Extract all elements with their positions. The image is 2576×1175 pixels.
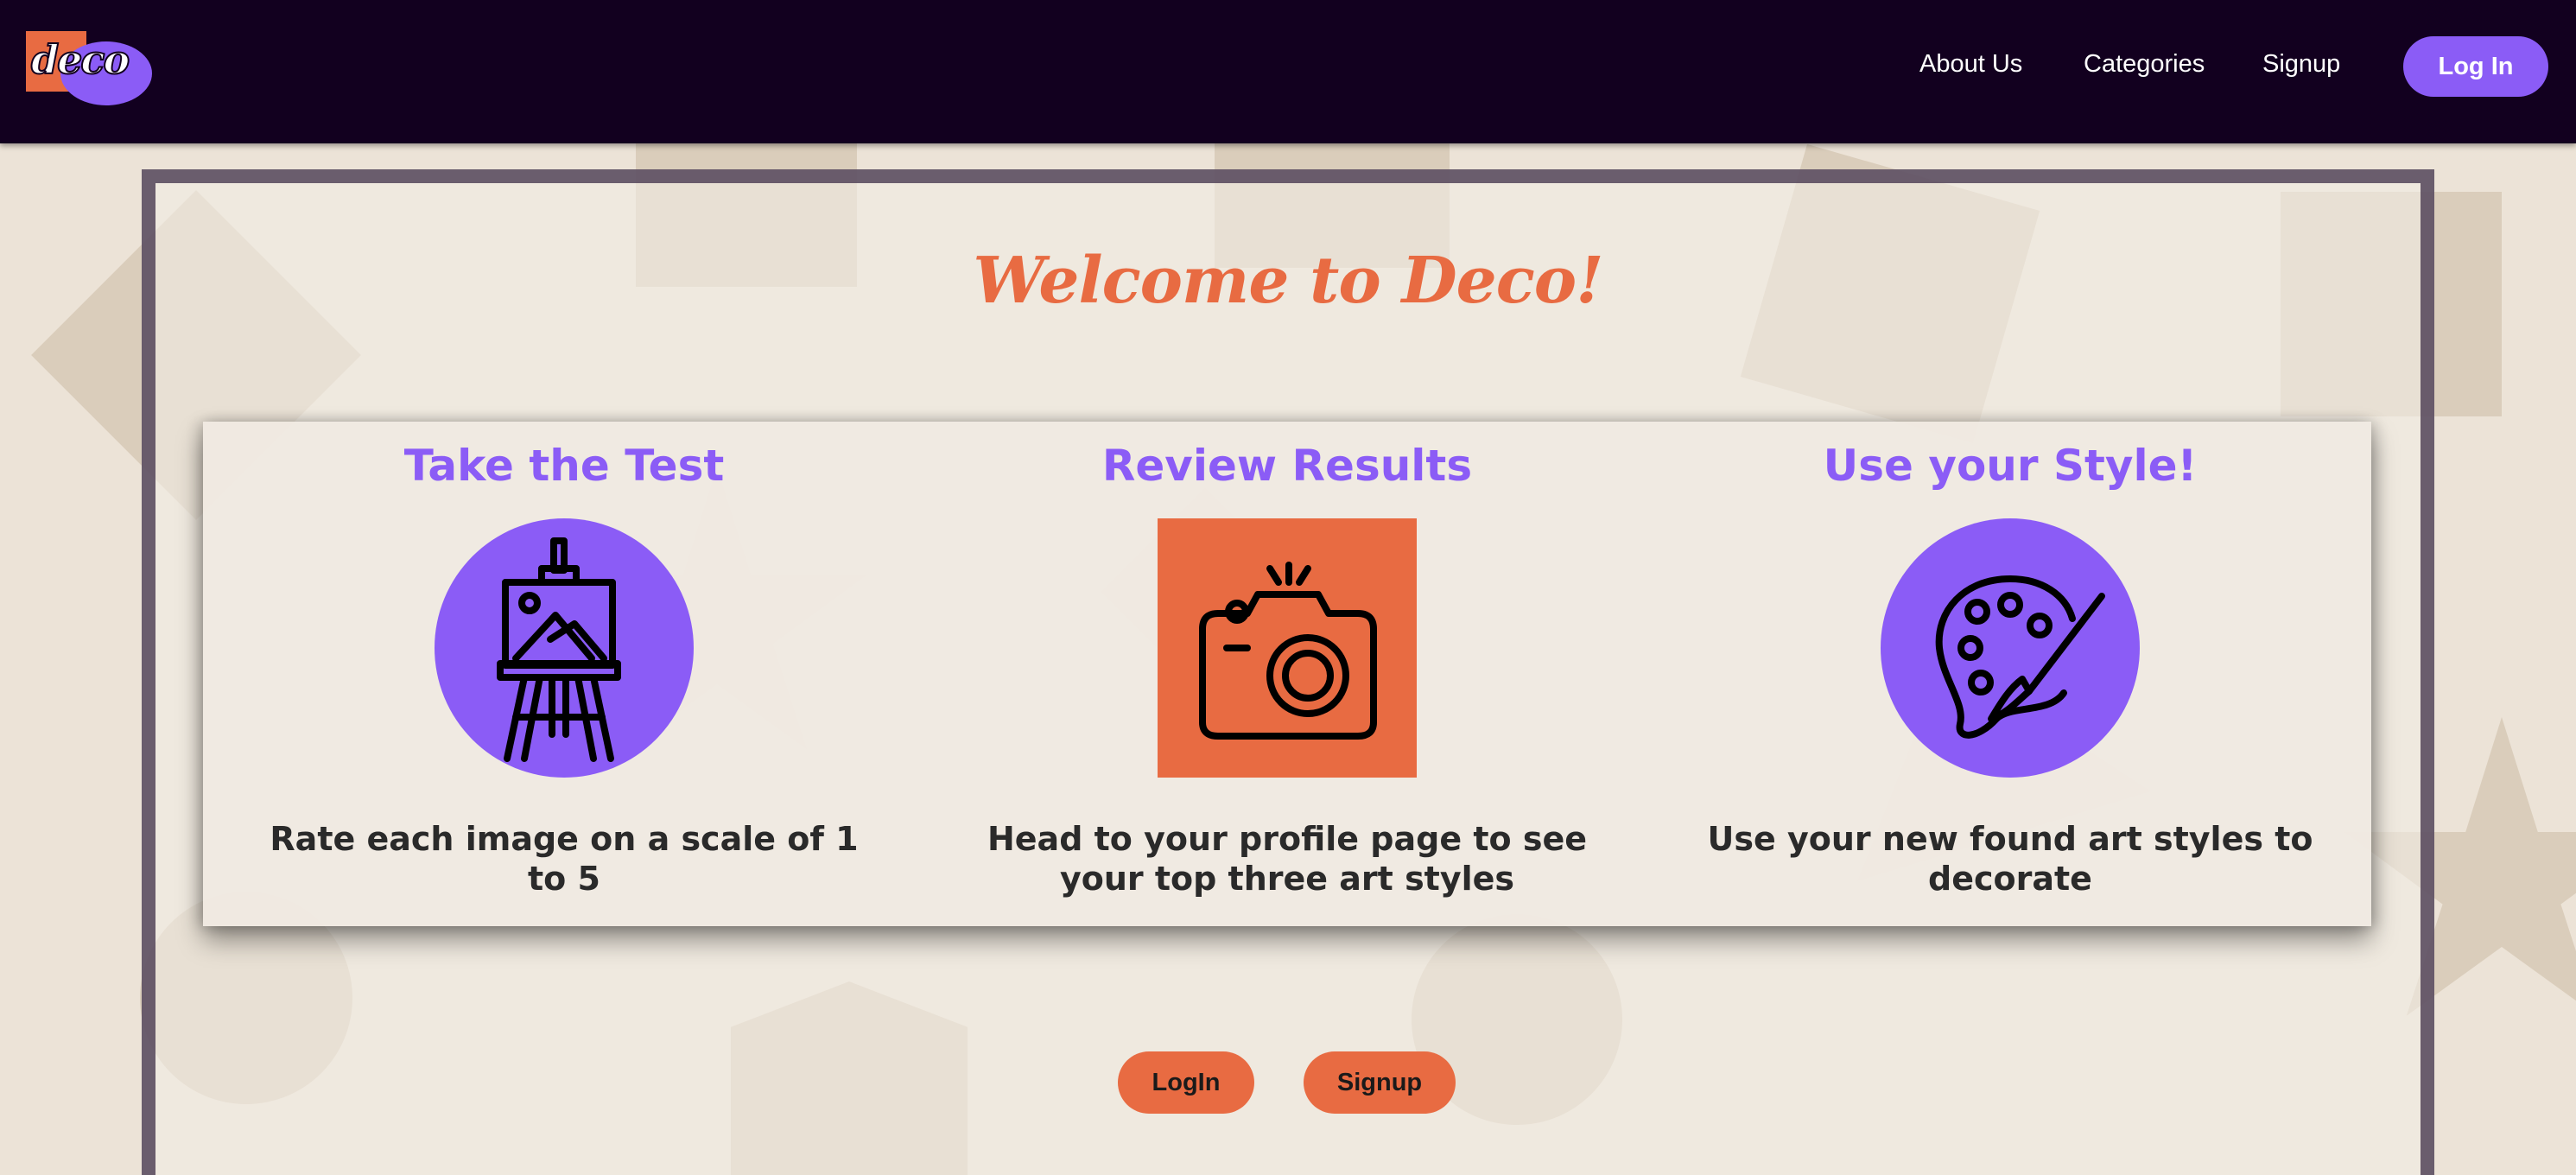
step-review-results: Review Results Head to your profile page…	[926, 422, 1648, 926]
step-description: Rate each image on a scale of 1 to 5	[270, 820, 859, 898]
steps-card: Take the Test Rate each image on a scale…	[203, 422, 2371, 926]
signup-button[interactable]: Signup	[1304, 1051, 1456, 1114]
nav-link-categories[interactable]: Categories	[2084, 50, 2205, 79]
navbar: deco About Us Categories Signup Log In	[0, 0, 2576, 143]
easel-icon	[435, 518, 694, 778]
deco-logo[interactable]: deco	[26, 31, 152, 105]
logo-text: deco	[30, 35, 130, 84]
camera-icon	[1158, 518, 1417, 778]
step-title: Use your Style!	[1823, 441, 2198, 491]
welcome-heading: Welcome to Deco!	[973, 244, 1603, 318]
step-use-style: Use your Style! Use your new found art s…	[1649, 422, 2371, 926]
step-title: Take the Test	[403, 441, 725, 491]
step-take-test: Take the Test Rate each image on a scale…	[203, 422, 925, 926]
nav-link-about-us[interactable]: About Us	[1919, 50, 2022, 79]
step-title: Review Results	[1101, 441, 1473, 491]
step-description: Head to your profile page to see your to…	[987, 820, 1587, 898]
nav-link-signup[interactable]: Signup	[2262, 50, 2340, 79]
step-description: Use your new found art styles to decorat…	[1707, 820, 2313, 898]
nav-login-button[interactable]: Log In	[2403, 36, 2548, 97]
login-button[interactable]: LogIn	[1118, 1051, 1254, 1114]
palette-icon	[1881, 518, 2140, 778]
